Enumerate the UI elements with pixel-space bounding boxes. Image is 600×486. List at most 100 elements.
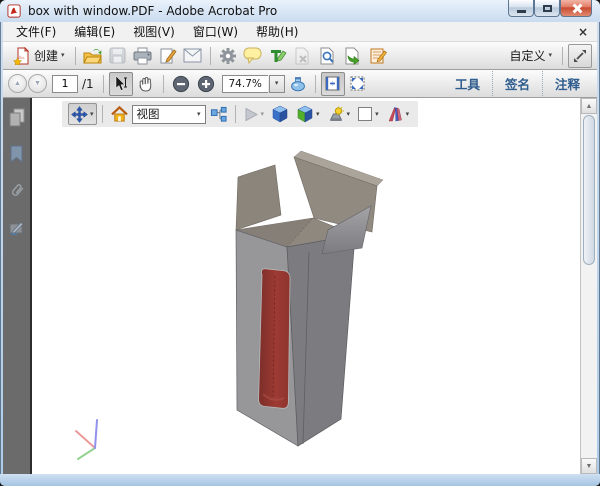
doc-search-icon (319, 47, 336, 65)
highlight-button[interactable] (266, 44, 290, 68)
close-button[interactable] (560, 0, 592, 17)
document-area: ▾ 视图 ▾ (3, 98, 597, 474)
rotate-dropdown-icon: ▾ (90, 111, 94, 118)
create-pdf-button[interactable]: 创建 ▾ (8, 44, 70, 68)
page-total-label: /1 (82, 77, 94, 91)
doc-export-icon (344, 47, 361, 65)
email-button[interactable] (181, 44, 205, 68)
view-select[interactable]: 视图 ▾ (132, 105, 206, 124)
menu-view[interactable]: 视图(V) (124, 21, 184, 42)
forms-edit-button[interactable] (366, 44, 390, 68)
menu-file[interactable]: 文件(F) (7, 21, 65, 42)
signatures-icon (8, 220, 26, 236)
page-previous-button[interactable]: ▲ (8, 74, 27, 93)
pdf-page-canvas[interactable]: ▾ 视图 ▾ (32, 98, 580, 474)
toolbar-separator (235, 105, 236, 123)
background-dropdown-icon: ▾ (375, 111, 379, 118)
vertical-scrollbar[interactable]: ▲ ▼ (580, 98, 597, 474)
customize-label: 自定义 (509, 47, 545, 64)
ink-bottle-button[interactable] (286, 72, 310, 96)
toolbar-separator (163, 75, 164, 93)
maximize-icon (543, 5, 552, 12)
menu-edit[interactable]: 编辑(E) (65, 21, 124, 42)
signatures-button[interactable] (5, 217, 29, 239)
open-file-button[interactable] (81, 44, 105, 68)
sign-pane-button[interactable]: 签名 (492, 71, 542, 96)
fit-page-button[interactable] (346, 72, 370, 96)
comment-pane-button[interactable]: 注释 (542, 71, 592, 96)
toolbar-separator (315, 75, 316, 93)
home-view-button[interactable] (108, 103, 131, 125)
acrobat-window: box with window.PDF - Adobe Acrobat Pro … (0, 0, 600, 486)
select-tool-button[interactable] (109, 72, 133, 96)
zoom-in-button[interactable] (194, 72, 218, 96)
tools-pane-button[interactable]: 工具 (443, 71, 492, 96)
view-select-value: 视图 (137, 106, 195, 122)
expand-toolbar-button[interactable] (568, 44, 592, 68)
attachments-button[interactable] (5, 180, 29, 202)
menu-bar: 文件(F) 编辑(E) 视图(V) 窗口(W) 帮助(H) × (3, 22, 597, 42)
print-icon (133, 47, 152, 65)
minimize-button[interactable] (508, 0, 534, 17)
rotate-tool-icon (71, 106, 88, 123)
open-file-icon (83, 47, 102, 65)
axis-x (76, 431, 95, 448)
scrollbar-thumb[interactable] (583, 115, 595, 265)
hand-tool-icon (137, 75, 154, 92)
menu-window[interactable]: 窗口(W) (184, 21, 247, 42)
3d-toolbar: ▾ 视图 ▾ (62, 101, 418, 127)
ink-bottle-icon (289, 75, 307, 92)
zoom-dropdown-button[interactable]: ▾ (269, 75, 285, 93)
customize-button[interactable]: 自定义 ▾ (504, 44, 557, 68)
maximize-button[interactable] (534, 0, 560, 17)
window-title: box with window.PDF - Adobe Acrobat Pro (28, 4, 277, 18)
close-icon (571, 3, 582, 14)
zoom-level-value[interactable]: 74.7% (222, 75, 268, 93)
render-cube-icon (271, 105, 289, 123)
bookmarks-button[interactable] (5, 143, 29, 165)
box-right-face (287, 235, 355, 446)
scroll-up-button[interactable]: ▲ (581, 98, 597, 114)
zoom-out-icon (172, 75, 190, 93)
zoom-dropdown-icon: ▾ (275, 80, 279, 87)
paperclip-icon (8, 182, 26, 200)
menubar-close-icon[interactable]: × (578, 25, 593, 39)
print-button[interactable] (131, 44, 155, 68)
left-flap (236, 165, 281, 230)
create-dropdown-icon: ▾ (61, 52, 65, 59)
axis-triad (76, 420, 97, 459)
render-cube-button[interactable] (268, 103, 292, 125)
model-tree-button[interactable] (207, 103, 230, 125)
menu-help[interactable]: 帮助(H) (247, 21, 307, 42)
page-thumbnails-button[interactable] (5, 106, 29, 128)
comment-button[interactable] (241, 44, 265, 68)
email-icon (183, 48, 202, 63)
doc-delete-button[interactable] (291, 44, 315, 68)
rotate-tool-button[interactable]: ▾ (68, 103, 97, 125)
save-file-button[interactable] (106, 44, 130, 68)
edit-pdf-button[interactable] (156, 44, 180, 68)
settings-button[interactable] (216, 44, 240, 68)
lamp-icon (327, 106, 345, 123)
page-next-button[interactable]: ▼ (28, 74, 47, 93)
box-3d-model[interactable] (32, 98, 580, 474)
doc-search-button[interactable] (316, 44, 340, 68)
model-tree-icon (210, 106, 227, 123)
comment-bubble-icon (243, 47, 262, 64)
cross-section-dropdown-icon: ▾ (406, 111, 410, 118)
cross-section-button[interactable]: ▾ (383, 103, 413, 125)
zoom-out-button[interactable] (169, 72, 193, 96)
page-number-input[interactable] (52, 75, 78, 93)
scroll-down-button[interactable]: ▼ (581, 458, 597, 474)
play-animation-button[interactable]: ▾ (241, 103, 268, 125)
lighting-button[interactable]: ▾ (324, 103, 354, 125)
doc-export-button[interactable] (341, 44, 365, 68)
home-icon (111, 106, 128, 122)
play-icon (244, 107, 259, 122)
main-toolbar: 创建 ▾ (3, 42, 597, 70)
edit-pdf-icon (159, 47, 177, 65)
hand-tool-button[interactable] (134, 72, 158, 96)
fit-width-button[interactable] (321, 72, 345, 96)
render-mode-button[interactable]: ▾ (293, 103, 323, 125)
background-color-button[interactable]: ▾ (354, 103, 382, 125)
